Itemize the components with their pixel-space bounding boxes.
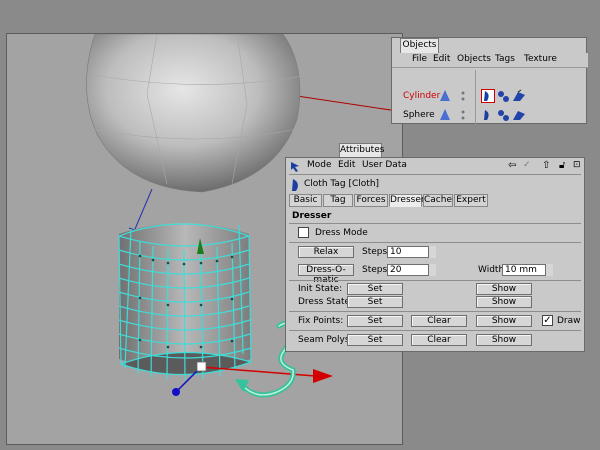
- seam-polys-clear-button[interactable]: Clear: [411, 334, 467, 346]
- visibility-dots-icon[interactable]: [456, 89, 470, 103]
- width-stepper[interactable]: [545, 264, 553, 276]
- tab-dresser[interactable]: Dresser: [389, 194, 425, 207]
- section-title: Dresser: [292, 211, 332, 221]
- attributes-menubar: Mode Edit User Data ⇦ ✓ ⇧ 🔓︎ ⊡: [286, 159, 584, 173]
- init-state-label: Init State:: [298, 284, 343, 294]
- menu-texture[interactable]: Texture: [524, 54, 557, 64]
- relax-steps-value: 10: [390, 247, 402, 257]
- seam-polys-show-button[interactable]: Show: [476, 334, 532, 346]
- init-state-set-button[interactable]: Set: [347, 283, 403, 295]
- menu-edit[interactable]: Edit: [433, 54, 450, 64]
- axis-z-handle[interactable]: [172, 388, 180, 396]
- menu-objects[interactable]: Objects: [457, 54, 491, 64]
- constraint-line: [134, 188, 153, 230]
- divider: [289, 242, 581, 243]
- history-icon[interactable]: ✓: [523, 160, 531, 170]
- fix-points-show-button[interactable]: Show: [476, 315, 532, 327]
- tab-basic[interactable]: Basic: [289, 194, 322, 207]
- seam-polys-set-button[interactable]: Set: [347, 334, 403, 346]
- tab-tag[interactable]: Tag: [323, 194, 353, 207]
- width-label: Width: [478, 265, 505, 275]
- lock-icon[interactable]: 🔓︎: [559, 160, 565, 171]
- dress-o-matic-button[interactable]: Dress-O-matic: [298, 264, 354, 285]
- axis-origin[interactable]: [196, 361, 207, 372]
- divider: [289, 174, 581, 175]
- object-name[interactable]: Sphere: [403, 110, 435, 120]
- material-tag-icon[interactable]: [496, 89, 510, 103]
- up-arrow-icon[interactable]: ⇧: [542, 160, 550, 171]
- link-line: [296, 95, 402, 113]
- objects-tab[interactable]: Objects: [400, 38, 439, 53]
- fix-points-clear-button[interactable]: Clear: [411, 315, 467, 327]
- seam-polys-label: Seam Polys:: [298, 335, 353, 345]
- material-tag-icon[interactable]: [496, 108, 510, 122]
- divider: [289, 330, 581, 331]
- dress-steps-stepper[interactable]: [428, 264, 436, 276]
- width-value: 10 mm: [505, 265, 537, 275]
- axis-x-arrow[interactable]: [313, 369, 333, 383]
- dress-state-show-button[interactable]: Show: [476, 296, 532, 308]
- draw-label: Draw: [557, 316, 581, 326]
- phong-tag-icon[interactable]: [512, 89, 526, 103]
- draw-checkbox[interactable]: ✓: [542, 315, 553, 326]
- screen: Objects File Edit Objects Tags Texture C…: [0, 0, 600, 450]
- menu-file[interactable]: File: [412, 54, 427, 64]
- back-arrow-icon[interactable]: ⇦: [508, 160, 516, 171]
- sphere-object[interactable]: [86, 34, 301, 193]
- menu-tags[interactable]: Tags: [495, 54, 515, 64]
- attributes-tab[interactable]: Attributes: [339, 143, 384, 158]
- relax-steps-label: Steps: [362, 247, 388, 257]
- dress-state-set-button[interactable]: Set: [347, 296, 403, 308]
- divider: [289, 280, 581, 281]
- fix-points-label: Fix Points:: [298, 316, 344, 326]
- object-row-cylinder[interactable]: Cylinder: [392, 87, 588, 106]
- tab-expert[interactable]: Expert: [454, 194, 488, 207]
- new-window-icon[interactable]: ⊡: [573, 160, 581, 170]
- menu-edit[interactable]: Edit: [338, 160, 355, 170]
- dress-steps-label: Steps: [362, 265, 388, 275]
- cloth-collider-tag-icon[interactable]: [481, 108, 495, 122]
- sphere-icon: [440, 109, 450, 120]
- phong-tag-icon[interactable]: [512, 108, 526, 122]
- objects-menubar: File Edit Objects Tags Texture: [392, 53, 588, 68]
- divider: [289, 223, 581, 224]
- visibility-dots-icon[interactable]: [456, 108, 470, 122]
- relax-button[interactable]: Relax: [298, 246, 354, 258]
- objects-manager[interactable]: Objects File Edit Objects Tags Texture C…: [391, 37, 588, 125]
- tab-forces[interactable]: Forces: [354, 194, 388, 207]
- attributes-manager[interactable]: Mode Edit User Data ⇦ ✓ ⇧ 🔓︎ ⊡ Cloth Tag…: [285, 157, 585, 352]
- tag-title: Cloth Tag [Cloth]: [304, 179, 380, 189]
- tab-cache[interactable]: Cache: [423, 194, 453, 207]
- dress-mode-checkbox[interactable]: [298, 227, 309, 238]
- menu-mode[interactable]: Mode: [307, 160, 332, 170]
- fix-points-set-button[interactable]: Set: [347, 315, 403, 327]
- menu-user-data[interactable]: User Data: [362, 160, 407, 170]
- object-row-sphere[interactable]: Sphere: [392, 106, 588, 125]
- mode-arrow-icon[interactable]: [289, 159, 303, 173]
- object-name[interactable]: Cylinder: [403, 91, 440, 101]
- divider: [289, 311, 581, 312]
- cloth-tag-icon: [292, 179, 298, 191]
- relax-steps-stepper[interactable]: [428, 246, 436, 258]
- cloth-tag-icon[interactable]: [481, 89, 495, 103]
- dress-steps-value: 20: [390, 265, 402, 275]
- dress-mode-label: Dress Mode: [315, 228, 368, 238]
- dress-state-label: Dress State:: [298, 297, 354, 307]
- cylinder-icon: [440, 90, 450, 101]
- init-state-show-button[interactable]: Show: [476, 283, 532, 295]
